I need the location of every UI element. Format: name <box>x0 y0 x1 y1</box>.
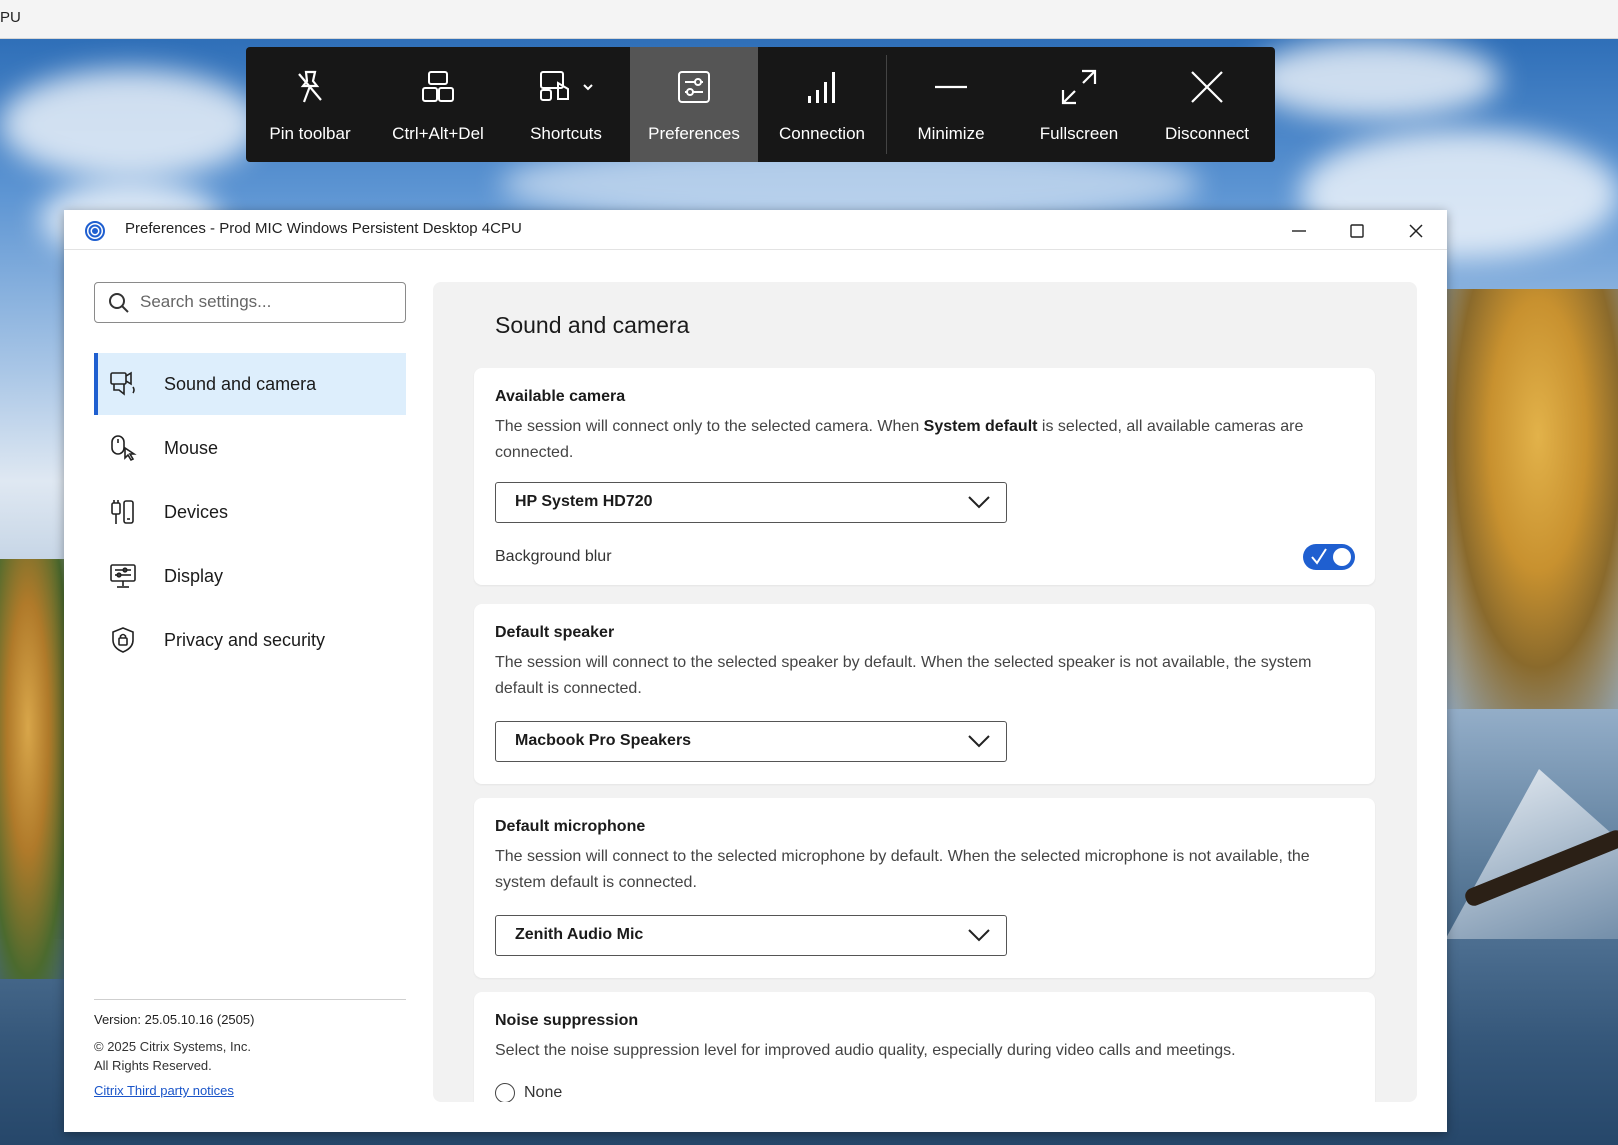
ctrl-alt-del-icon <box>421 67 455 107</box>
background-blur-label: Background blur <box>495 548 612 565</box>
connection-button[interactable]: Connection <box>758 47 886 162</box>
card-title: Default microphone <box>495 818 646 835</box>
speaker-select-value: Macbook Pro Speakers <box>515 732 692 749</box>
toggle-knob <box>1333 548 1351 566</box>
card-description: Select the noise suppression level for i… <box>495 1042 1236 1059</box>
card-title: Default speaker <box>495 624 615 641</box>
sidebar-item-display[interactable]: Display <box>94 545 406 607</box>
preferences-label: Preferences <box>648 124 740 143</box>
host-window-titlebar: PU <box>0 0 1618 39</box>
settings-content: Sound and camera Available camera The se… <box>433 282 1417 1102</box>
ctrl-alt-del-button[interactable]: Ctrl+Alt+Del <box>374 47 502 162</box>
noise-option-none[interactable]: None <box>495 1083 562 1102</box>
speaker-select[interactable]: Macbook Pro Speakers <box>495 721 1007 762</box>
tree <box>1440 289 1618 709</box>
window-maximize-button[interactable] <box>1344 218 1370 244</box>
sidebar-item-label: Devices <box>164 501 229 522</box>
search-icon <box>108 292 130 319</box>
desc-text: The session will connect only to the sel… <box>495 418 924 435</box>
chevron-down-icon <box>968 734 990 753</box>
third-party-notices-link[interactable]: Citrix Third party notices <box>94 1083 234 1098</box>
microphone-card: Default microphone The session will conn… <box>474 798 1375 978</box>
minimize-label: Minimize <box>917 124 985 143</box>
pin-toolbar-label: Pin toolbar <box>269 124 351 143</box>
window-close-button[interactable] <box>1403 218 1429 244</box>
sidebar-item-sound-and-camera[interactable]: Sound and camera <box>94 353 406 415</box>
search-input[interactable] <box>140 288 395 316</box>
camera-audio-icon <box>108 369 138 399</box>
shortcuts-icon <box>538 67 594 107</box>
shortcuts-button[interactable]: Shortcuts <box>502 47 630 162</box>
preferences-button[interactable]: Preferences <box>630 47 758 162</box>
devices-icon <box>108 497 138 527</box>
microphone-select[interactable]: Zenith Audio Mic <box>495 915 1007 956</box>
camera-select-value: HP System HD720 <box>515 493 653 510</box>
mouse-icon <box>108 433 138 463</box>
version-text: Version: 25.05.10.16 (2505) <box>94 1012 255 1027</box>
background-blur-toggle[interactable] <box>1303 544 1355 570</box>
card-description: The session will connect to the selected… <box>495 654 1312 697</box>
citrix-logo-icon <box>84 220 106 242</box>
preferences-window: Preferences - Prod MIC Windows Persisten… <box>64 210 1447 1132</box>
preferences-icon <box>677 67 711 107</box>
sidebar-item-devices[interactable]: Devices <box>94 481 406 543</box>
copyright-line: All Rights Reserved. <box>94 1058 212 1073</box>
window-title: Preferences - Prod MIC Windows Persisten… <box>125 220 522 237</box>
card-description: The session will connect to the selected… <box>495 848 1310 891</box>
sidebar-footer: Version: 25.05.10.16 (2505) © 2025 Citri… <box>94 999 406 1100</box>
tree <box>0 559 70 979</box>
microphone-select-value: Zenith Audio Mic <box>515 926 644 943</box>
divider <box>94 999 406 1000</box>
cloud <box>0 69 260 179</box>
lock-shield-icon <box>108 625 138 655</box>
fullscreen-button[interactable]: Fullscreen <box>1015 47 1143 162</box>
host-window-title: PU <box>0 9 21 26</box>
fullscreen-icon <box>1061 67 1097 107</box>
minimize-icon <box>934 67 968 107</box>
disconnect-label: Disconnect <box>1164 124 1250 143</box>
search-box <box>94 282 406 323</box>
signal-icon <box>805 67 839 107</box>
checkmark-icon <box>1310 546 1328 571</box>
radio-button[interactable] <box>495 1083 515 1102</box>
window-titlebar: Preferences - Prod MIC Windows Persisten… <box>64 210 1447 250</box>
card-title: Available camera <box>495 388 626 405</box>
connection-label: Connection <box>778 124 865 143</box>
citrix-toolbar: Pin toolbar Ctrl+Alt+Del Shortcuts Prefe… <box>246 47 1275 162</box>
card-title: Noise suppression <box>495 1012 639 1029</box>
pin-toolbar-button[interactable]: Pin toolbar <box>246 47 374 162</box>
minimize-button[interactable]: Minimize <box>887 47 1015 162</box>
noise-suppression-card: Noise suppression Select the noise suppr… <box>474 992 1375 1102</box>
page-title: Sound and camera <box>495 312 690 338</box>
chevron-down-icon <box>968 928 990 947</box>
copyright-text: © 2025 Citrix Systems, Inc. All Rights R… <box>94 1037 406 1075</box>
copyright-line: © 2025 Citrix Systems, Inc. <box>94 1039 251 1054</box>
sidebar-item-label: Display <box>164 565 224 586</box>
card-description: The session will connect only to the sel… <box>495 414 1355 466</box>
sidebar-item-label: Sound and camera <box>164 373 317 394</box>
shortcuts-label: Shortcuts <box>530 124 602 143</box>
radio-label: None <box>524 1084 563 1101</box>
camera-card: Available camera The session will connec… <box>474 368 1375 585</box>
speaker-card: Default speaker The session will connect… <box>474 604 1375 784</box>
chevron-down-icon <box>968 495 990 514</box>
display-icon <box>108 561 138 591</box>
disconnect-icon <box>1190 67 1224 107</box>
fullscreen-label: Fullscreen <box>1039 124 1119 143</box>
camera-select[interactable]: HP System HD720 <box>495 482 1007 523</box>
disconnect-button[interactable]: Disconnect <box>1143 47 1271 162</box>
sidebar-nav: Sound and camera Mouse Devices Display P… <box>94 353 406 673</box>
pin-icon <box>294 67 326 107</box>
desc-bold-text: System default <box>923 418 1038 435</box>
sidebar-item-label: Privacy and security <box>164 629 326 650</box>
sidebar-item-privacy-and-security[interactable]: Privacy and security <box>94 609 406 671</box>
cloud <box>1250 39 1500 119</box>
window-minimize-button[interactable] <box>1286 218 1312 244</box>
sidebar-item-mouse[interactable]: Mouse <box>94 417 406 479</box>
sidebar-item-label: Mouse <box>164 437 219 458</box>
ctrl-alt-del-label: Ctrl+Alt+Del <box>392 124 484 143</box>
